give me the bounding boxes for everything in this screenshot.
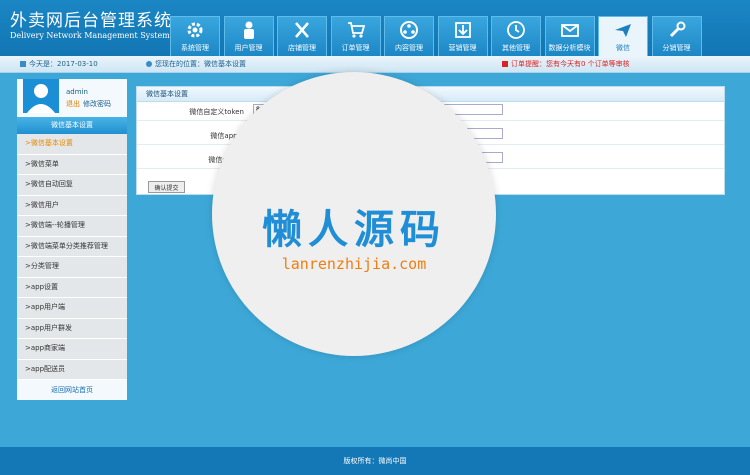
nav-users[interactable]: 用户管理 <box>223 16 274 56</box>
nav-distribution[interactable]: 分销管理 <box>651 16 702 56</box>
location-text: 您现在的位置：微信基本设置 <box>155 60 246 68</box>
app-subtitle: Delivery Network Management System <box>10 31 170 40</box>
sidebar-item-categories[interactable]: >分类管理 <box>17 257 127 278</box>
nav-system[interactable]: 系统管理 <box>170 16 220 56</box>
sidebar-item-app-settings[interactable]: >app设置 <box>17 277 127 298</box>
nav-content[interactable]: 内容管理 <box>384 16 434 56</box>
tools-icon <box>295 22 309 38</box>
info-bar: 今天是：2017-03-10 您现在的位置：微信基本设置 订单提醒：您有今天有0… <box>0 56 750 73</box>
app-title: 外卖网后台管理系统 <box>10 11 172 31</box>
order-alert[interactable]: 订单提醒：您有今天有0 个订单等审核 <box>502 59 630 69</box>
nav-wechat[interactable]: 微信 <box>598 16 648 56</box>
sidebar-item-wechat-users[interactable]: >微信用户 <box>17 195 127 216</box>
nav-label: 微信 <box>616 44 630 52</box>
cart-icon <box>347 22 365 38</box>
nav-label: 其他管理 <box>502 44 530 52</box>
nav-label: 系统管理 <box>181 44 209 52</box>
sidebar-item-wechat-menu[interactable]: >微信菜单 <box>17 154 127 175</box>
nav-stores[interactable]: 店铺管理 <box>277 16 327 56</box>
nav-analytics[interactable]: 数据分析模块 <box>544 16 595 56</box>
user-profile: admin 退出 修改密码 <box>17 79 127 117</box>
plane-icon <box>615 24 631 37</box>
sidebar-item-app-courier[interactable]: >app配送员 <box>17 359 127 380</box>
nav-label: 店铺管理 <box>288 44 316 52</box>
clock-icon <box>507 21 525 39</box>
sidebar-title: 微信基本设置 <box>17 117 127 134</box>
avatar <box>23 79 59 113</box>
sidebar: admin 退出 修改密码 微信基本设置 >微信基本设置 >微信菜单 >微信自动回… <box>17 79 127 400</box>
mail-icon <box>560 24 579 37</box>
sidebar-item-app-user[interactable]: >app用户端 <box>17 298 127 319</box>
avatar-person-icon <box>27 84 55 113</box>
user-icon <box>243 21 254 39</box>
sidebar-item-app-merchant[interactable]: >app商家端 <box>17 339 127 360</box>
main-nav: 系统管理 用户管理 店铺管理 订单管理 内容管理 营销管理 其他管理 数据分析模… <box>170 16 705 56</box>
nav-label: 用户管理 <box>234 44 263 52</box>
nav-label: 分销管理 <box>662 44 691 52</box>
user-icon <box>146 61 152 67</box>
nav-label: 数据分析模块 <box>548 44 591 52</box>
nav-marketing[interactable]: 营销管理 <box>437 16 488 56</box>
watermark-url: lanrenzhijia.com <box>281 255 427 273</box>
film-icon <box>400 21 418 39</box>
gear-icon <box>187 22 203 38</box>
sidebar-menu: >微信基本设置 >微信菜单 >微信自动回复 >微信用户 >微信端--轮播管理 >… <box>17 134 127 380</box>
change-password-link[interactable]: 修改密码 <box>83 100 111 108</box>
nav-other[interactable]: 其他管理 <box>491 16 541 56</box>
date-info: 今天是：2017-03-10 <box>20 59 98 69</box>
logout-link[interactable]: 退出 <box>66 100 80 108</box>
nav-label: 内容管理 <box>395 44 423 52</box>
token-label: 微信自定义token <box>189 108 244 116</box>
profile-links: 退出 修改密码 <box>66 99 111 109</box>
location-info: 您现在的位置：微信基本设置 <box>146 59 246 69</box>
date-text: 今天是：2017-03-10 <box>29 60 98 68</box>
submit-button[interactable]: 确认提交 <box>148 181 185 193</box>
back-home-link[interactable]: 返回网站首页 <box>17 380 127 400</box>
watermark-overlay: 懒人源码 lanrenzhijia.com <box>212 72 496 356</box>
copyright-text: 版权所有：微尚中国 <box>343 457 407 465</box>
download-icon <box>454 22 471 38</box>
footer: 版权所有：微尚中国 <box>0 447 750 475</box>
nav-label: 营销管理 <box>448 44 477 52</box>
top-header: 外卖网后台管理系统 Delivery Network Management Sy… <box>0 0 750 56</box>
speaker-icon <box>502 61 508 67</box>
nav-orders[interactable]: 订单管理 <box>330 16 381 56</box>
logo: 外卖网后台管理系统 Delivery Network Management Sy… <box>10 12 172 41</box>
username: admin <box>66 88 88 96</box>
wrench-icon <box>669 21 685 38</box>
watermark-chinese: 懒人源码 <box>262 207 446 253</box>
calendar-icon <box>20 61 26 67</box>
sidebar-item-menu-recommend[interactable]: >微信端菜单分类推荐管理 <box>17 236 127 257</box>
sidebar-item-auto-reply[interactable]: >微信自动回复 <box>17 175 127 196</box>
sidebar-item-carousel[interactable]: >微信端--轮播管理 <box>17 216 127 237</box>
sidebar-item-wechat-settings[interactable]: >微信基本设置 <box>17 134 127 155</box>
nav-label: 订单管理 <box>341 44 370 52</box>
alert-text: 订单提醒：您有今天有0 个订单等审核 <box>511 60 630 68</box>
sidebar-item-app-broadcast[interactable]: >app用户群发 <box>17 318 127 339</box>
